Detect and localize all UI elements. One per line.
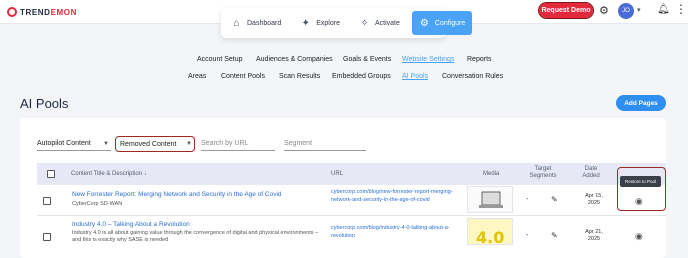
content-type-value: Autopilot Content — [37, 140, 91, 147]
subnav-content-pools[interactable]: Content Pools — [221, 73, 265, 80]
sort-down-icon: ↓ — [143, 171, 147, 177]
row-segments: - — [526, 196, 529, 203]
nav-configure[interactable]: ⚙ Configure — [411, 11, 473, 35]
edit-pencil-icon[interactable]: ✎ — [551, 231, 558, 240]
chevron-down-icon: ▼ — [103, 140, 109, 147]
row-url-link[interactable]: cybercorp.com/blog/industry-4-0-talking-… — [331, 224, 459, 240]
svg-text:4.0: 4.0 — [476, 228, 504, 247]
header-url: URL — [331, 171, 344, 177]
compass-icon: ✦ — [301, 17, 310, 29]
subnav-embedded-groups[interactable]: Embedded Groups — [332, 73, 391, 80]
nav-activate[interactable]: ✧ Activate — [352, 11, 407, 35]
subnav-audiences-companies[interactable]: Audiences & Companies — [256, 56, 333, 63]
nav-explore-label: Explore — [316, 19, 340, 27]
restore-tooltip: Restore to Pool — [620, 176, 661, 187]
subnav-account-setup[interactable]: Account Setup — [197, 56, 243, 63]
nav-activate-label: Activate — [374, 19, 400, 27]
row-title-link[interactable]: Industry 4.0 – Talking About a Revolutio… — [72, 221, 190, 228]
subnav-website-settings[interactable]: Website Settings — [402, 56, 454, 63]
subnav-ai-pools[interactable]: AI Pools — [402, 73, 428, 80]
select-all-checkbox[interactable] — [47, 170, 55, 178]
logo-text-prefix: TREND — [20, 7, 51, 17]
nav-explore[interactable]: ✦ Explore — [293, 11, 347, 35]
logo-text-suffix: EMON — [50, 7, 77, 17]
row-divider — [37, 215, 666, 216]
row-date: Apr 15, 2025 — [585, 193, 603, 206]
subnav-conversation-rules[interactable]: Conversation Rules — [442, 73, 503, 80]
row-checkbox[interactable] — [43, 197, 51, 205]
header-title[interactable]: Content Title & Description ↓ — [71, 171, 147, 178]
logo-mark-icon — [7, 7, 17, 17]
search-url-placeholder: Search by URL — [201, 140, 249, 147]
gear-icon: ⚙ — [419, 17, 429, 29]
laptop-image-icon — [479, 191, 503, 208]
segment-input[interactable]: Segment — [284, 137, 366, 151]
row-checkbox[interactable] — [43, 233, 51, 241]
content-status-value: Removed Content — [120, 140, 177, 148]
nav-dashboard[interactable]: ⌂ Dashboard — [224, 11, 288, 35]
restore-highlight — [617, 167, 666, 211]
row-media-thumbnail — [467, 186, 513, 213]
settings-gear-icon[interactable]: ⚙ — [599, 4, 609, 17]
request-demo-button[interactable]: Request Demo — [538, 2, 594, 19]
trendemon-logo[interactable]: TRENDEMON — [7, 6, 77, 18]
avatar[interactable]: JO — [618, 3, 634, 19]
industry-4-image-icon: 4.0 — [476, 228, 504, 247]
subnav-reports[interactable]: Reports — [467, 56, 492, 63]
chevron-down-icon: ▼ — [186, 141, 192, 147]
row-description: CyberCorp SD-WAN — [72, 201, 123, 207]
row-media-thumbnail: 4.0 — [467, 218, 513, 247]
row-title-link[interactable]: New Forrester Report: Merging Network an… — [72, 191, 282, 198]
header-date-added: Date Added — [582, 166, 600, 179]
chevron-down-icon[interactable]: ▾ — [637, 6, 641, 14]
header-title-label: Content Title & Description — [71, 171, 143, 177]
header-target-segments: Target Segments — [529, 166, 557, 179]
house-icon: ⌂ — [233, 17, 240, 29]
content-type-select[interactable]: Autopilot Content ▼ — [37, 137, 111, 151]
subnav-goals-events[interactable]: Goals & Events — [343, 56, 391, 63]
edit-pencil-icon[interactable]: ✎ — [551, 195, 558, 204]
row-segments: - — [526, 232, 529, 239]
row-url-link[interactable]: cybercorp.com/blog/new-forrester-report-… — [331, 188, 459, 204]
segment-placeholder: Segment — [284, 140, 313, 147]
search-url-input[interactable]: Search by URL — [201, 137, 275, 151]
nav-configure-label: Configure — [434, 19, 466, 27]
subnav-areas[interactable]: Areas — [188, 73, 206, 80]
header-media: Media — [483, 171, 500, 177]
content-status-select[interactable]: Removed Content ▼ — [115, 136, 195, 152]
subnav-scan-results[interactable]: Scan Results — [279, 73, 320, 80]
restore-eye-icon[interactable]: ◉ — [635, 231, 643, 242]
page-title: AI Pools — [20, 96, 69, 111]
nav-dashboard-label: Dashboard — [247, 19, 282, 27]
add-pages-button[interactable]: Add Pages — [616, 95, 666, 111]
more-vertical-icon[interactable]: ⋮ — [675, 2, 687, 16]
sparkle-icon: ✧ — [360, 17, 369, 29]
main-nav: ⌂ Dashboard ✦ Explore ✧ Activate ⚙ Confi… — [221, 8, 473, 38]
row-description: Industry 4.0 is all about gaining value … — [72, 230, 319, 243]
bell-icon[interactable]: 🔔︎ — [657, 4, 670, 15]
row-date: Apr 21, 2025 — [585, 229, 603, 242]
